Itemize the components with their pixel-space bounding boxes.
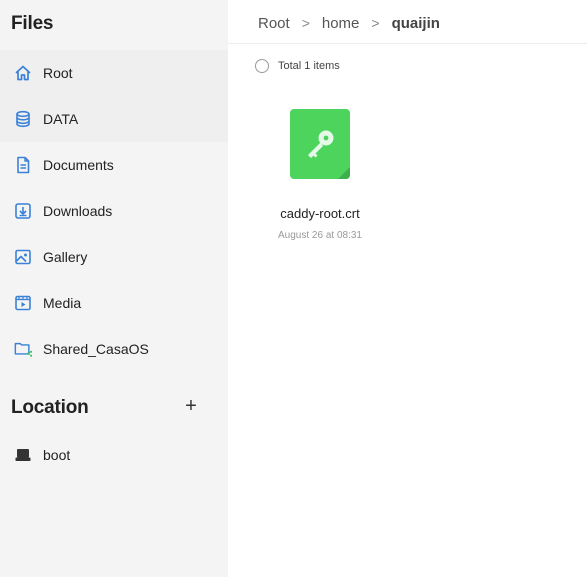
location-title: Location — [11, 397, 89, 418]
sidebar-item-label: DATA — [43, 111, 79, 127]
shared-folder-icon — [14, 340, 32, 358]
download-icon — [14, 202, 32, 220]
image-icon — [14, 248, 32, 266]
breadcrumb: Root > home > quaijin — [258, 13, 440, 33]
sidebar-item-label: Root — [43, 65, 73, 81]
breadcrumb-separator: > — [371, 15, 380, 31]
location-item-boot[interactable]: boot — [0, 432, 228, 478]
file-name: caddy-root.crt — [280, 206, 360, 221]
sidebar-item-label: Gallery — [43, 249, 88, 265]
total-items-text: Total 1 items — [278, 60, 340, 72]
sidebar-item-media[interactable]: Media — [0, 280, 228, 326]
sidebar: Files Root DATA Documents Downloads Gall… — [0, 0, 228, 577]
sidebar-item-label: Documents — [43, 157, 114, 173]
sidebar-item-data[interactable]: DATA — [0, 96, 228, 142]
media-icon — [14, 294, 32, 312]
sidebar-item-downloads[interactable]: Downloads — [0, 188, 228, 234]
file-date: August 26 at 08:31 — [278, 230, 362, 241]
breadcrumb-separator: > — [301, 15, 310, 31]
location-item-label: boot — [43, 447, 71, 463]
file-manager-app: Files Root DATA Documents Downloads Gall… — [0, 0, 587, 577]
location-header: Location + — [11, 396, 211, 421]
sidebar-item-root[interactable]: Root — [0, 50, 228, 96]
select-all-checkbox[interactable]: Total 1 items — [255, 59, 340, 73]
sidebar-item-label: Media — [43, 295, 82, 311]
drive-icon — [14, 446, 32, 464]
sidebar-title: Files — [11, 13, 54, 34]
select-all-circle-icon — [255, 59, 269, 73]
sidebar-item-gallery[interactable]: Gallery — [0, 234, 228, 280]
file-corner-fold — [338, 167, 350, 179]
breadcrumb-root[interactable]: Root — [258, 15, 290, 32]
document-icon — [14, 156, 32, 174]
home-icon — [14, 64, 32, 82]
sidebar-nav: Root DATA Documents Downloads Gallery Me… — [0, 50, 228, 372]
database-icon — [14, 110, 32, 128]
add-location-button[interactable]: + — [184, 396, 198, 416]
breadcrumb-home[interactable]: home — [322, 15, 360, 32]
main-panel: Root > home > quaijin Total 1 items cadd… — [228, 0, 587, 577]
sidebar-item-shared-casaos[interactable]: Shared_CasaOS — [0, 326, 228, 372]
sidebar-item-label: Downloads — [43, 203, 113, 219]
file-thumbnail — [290, 109, 350, 179]
sidebar-item-label: Shared_CasaOS — [43, 341, 149, 357]
header-divider — [228, 43, 587, 44]
breadcrumb-current-folder[interactable]: quaijin — [392, 15, 440, 32]
file-item[interactable]: caddy-root.crt August 26 at 08:31 — [268, 100, 392, 250]
sidebar-item-documents[interactable]: Documents — [0, 142, 228, 188]
